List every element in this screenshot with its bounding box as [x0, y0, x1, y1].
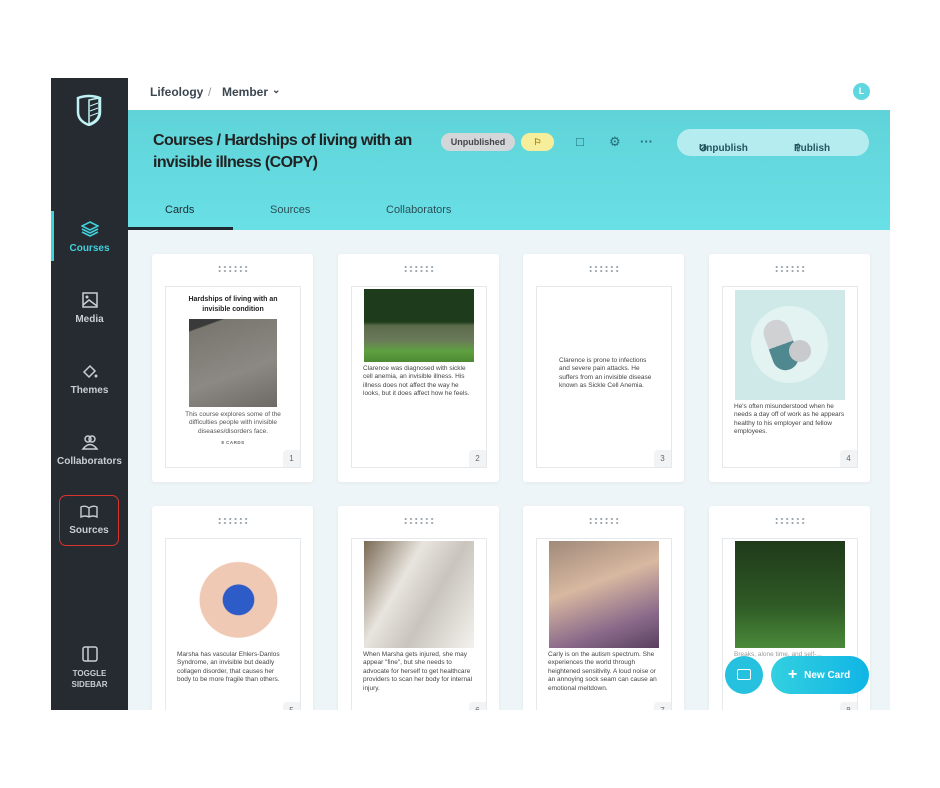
- sidebar-item-label: Sources: [69, 525, 109, 536]
- drag-handle-icon[interactable]: [217, 265, 249, 273]
- toggle-sidebar-button[interactable]: TOGGLE SIDEBAR: [51, 646, 128, 690]
- card-text: This course explores some of the difficu…: [185, 411, 281, 435]
- card-number: 2: [469, 450, 486, 467]
- chevron-down-icon[interactable]: ⌄: [272, 85, 280, 96]
- page-title: Courses / Hardships of living with an in…: [153, 132, 412, 171]
- active-tab-indicator: [128, 227, 233, 230]
- app-window: Courses Media Themes Collaborators Sourc…: [51, 78, 890, 710]
- drag-handle-icon[interactable]: [774, 517, 806, 525]
- tab-sources[interactable]: Sources: [270, 204, 310, 216]
- card-preview: When Marsha gets injured, she may appear…: [351, 538, 487, 710]
- sidebar-item-label: Media: [75, 314, 104, 325]
- sidebar-item-label: Collaborators: [56, 456, 122, 467]
- drag-handle-icon[interactable]: [403, 517, 435, 525]
- card-text: When Marsha gets injured, she may appear…: [363, 651, 473, 692]
- card-preview: Clarence is prone to infections and seve…: [536, 286, 672, 468]
- book-icon: [80, 505, 98, 519]
- card-preview: He's often misunderstood when he needs a…: [722, 286, 858, 468]
- breadcrumb-separator: /: [208, 85, 212, 99]
- card-image: [189, 319, 277, 407]
- sidebar: Courses Media Themes Collaborators Sourc…: [51, 78, 128, 710]
- card-preview: Hardships of living with an invisible co…: [165, 286, 301, 468]
- screen-icon: [737, 669, 751, 680]
- card-number: 7: [654, 702, 671, 710]
- card-number: 8: [840, 702, 857, 710]
- card-number: 5: [283, 702, 300, 710]
- card-image: [364, 541, 474, 648]
- users-icon: [80, 435, 99, 450]
- card-7[interactable]: Carly is on the autism spectrum. She exp…: [523, 506, 684, 710]
- toggle-label: SIDEBAR: [71, 680, 108, 689]
- role-dropdown[interactable]: Member: [222, 85, 268, 99]
- pill-capsule-image: [735, 290, 845, 400]
- card-preview: Clarence was diagnosed with sickle cell …: [351, 286, 487, 468]
- gear-icon[interactable]: ⚙: [609, 134, 621, 150]
- card-text: Clarence is prone to infections and seve…: [559, 357, 652, 390]
- sidebar-item-label: Themes: [70, 385, 109, 396]
- card-image: [549, 541, 659, 648]
- card-number: 4: [840, 450, 857, 467]
- toggle-label: TOGGLE: [72, 669, 107, 678]
- card-text: Marsha has vascular Ehlers-Danlos Syndro…: [177, 651, 280, 684]
- card-text: He's often misunderstood when he needs a…: [734, 403, 845, 436]
- card-title: Hardships of living with an invisible co…: [188, 296, 278, 313]
- publish-group: ⊘ Unpublish ⇧ Publish: [677, 129, 869, 156]
- card-4[interactable]: He's often misunderstood when he needs a…: [709, 254, 870, 482]
- sidebar-item-media[interactable]: Media: [51, 292, 128, 325]
- new-card-button[interactable]: + New Card: [771, 656, 869, 694]
- new-card-label: New Card: [804, 669, 851, 681]
- status-badge: Unpublished: [441, 133, 515, 151]
- avatar[interactable]: L: [853, 83, 870, 100]
- drag-handle-icon[interactable]: [403, 265, 435, 273]
- card-6[interactable]: When Marsha gets injured, she may appear…: [338, 506, 499, 710]
- drag-handle-icon[interactable]: [588, 265, 620, 273]
- lifeology-logo-icon[interactable]: [75, 94, 103, 126]
- sidebar-item-collaborators[interactable]: Collaborators: [51, 434, 128, 467]
- more-options-icon[interactable]: ···: [640, 134, 653, 149]
- layers-icon: [80, 221, 99, 237]
- card-text: Carly is on the autism spectrum. She exp…: [548, 651, 657, 692]
- tab-cards[interactable]: Cards: [165, 204, 194, 216]
- plus-icon: +: [788, 666, 798, 683]
- tab-collaborators[interactable]: Collaborators: [386, 204, 451, 216]
- sidebar-item-sources[interactable]: Sources: [59, 495, 119, 546]
- card-2[interactable]: Clarence was diagnosed with sickle cell …: [338, 254, 499, 482]
- card-image: [178, 541, 288, 648]
- publish-label: Publish: [794, 143, 831, 154]
- card-5[interactable]: Marsha has vascular Ehlers-Danlos Syndro…: [152, 506, 313, 710]
- card-number: 6: [469, 702, 486, 710]
- card-preview: Marsha has vascular Ehlers-Danlos Syndro…: [165, 538, 301, 710]
- preview-button[interactable]: [725, 656, 763, 694]
- flag-button[interactable]: ⚐: [521, 133, 554, 151]
- card-image: [364, 289, 474, 362]
- sidebar-item-label: Courses: [69, 243, 110, 254]
- card-3[interactable]: Clarence is prone to infections and seve…: [523, 254, 684, 482]
- card-number: 3: [654, 450, 671, 467]
- topbar: Lifeology / Member ⌄ L: [128, 78, 890, 110]
- card-count: 8 CARDS: [221, 440, 245, 446]
- card-image: [735, 541, 845, 648]
- drag-handle-icon[interactable]: [774, 265, 806, 273]
- card-preview: Carly is on the autism spectrum. She exp…: [536, 538, 672, 710]
- paint-bucket-icon: [82, 364, 97, 379]
- org-link[interactable]: Lifeology: [150, 85, 203, 99]
- card-text: Clarence was diagnosed with sickle cell …: [363, 365, 470, 398]
- drag-handle-icon[interactable]: [588, 517, 620, 525]
- preview-device-icon[interactable]: □: [576, 134, 584, 149]
- course-header: Courses / Hardships of living with an in…: [128, 110, 890, 230]
- unpublish-label: Unpublish: [699, 143, 748, 154]
- card-number: 1: [283, 450, 300, 467]
- flag-icon: ⚐: [533, 137, 542, 147]
- sidebar-panel-icon: [81, 646, 98, 662]
- sidebar-item-courses[interactable]: Courses: [51, 211, 128, 261]
- card-1[interactable]: Hardships of living with an invisible co…: [152, 254, 313, 482]
- drag-handle-icon[interactable]: [217, 517, 249, 525]
- sidebar-item-themes[interactable]: Themes: [51, 363, 128, 396]
- image-icon: [81, 292, 98, 308]
